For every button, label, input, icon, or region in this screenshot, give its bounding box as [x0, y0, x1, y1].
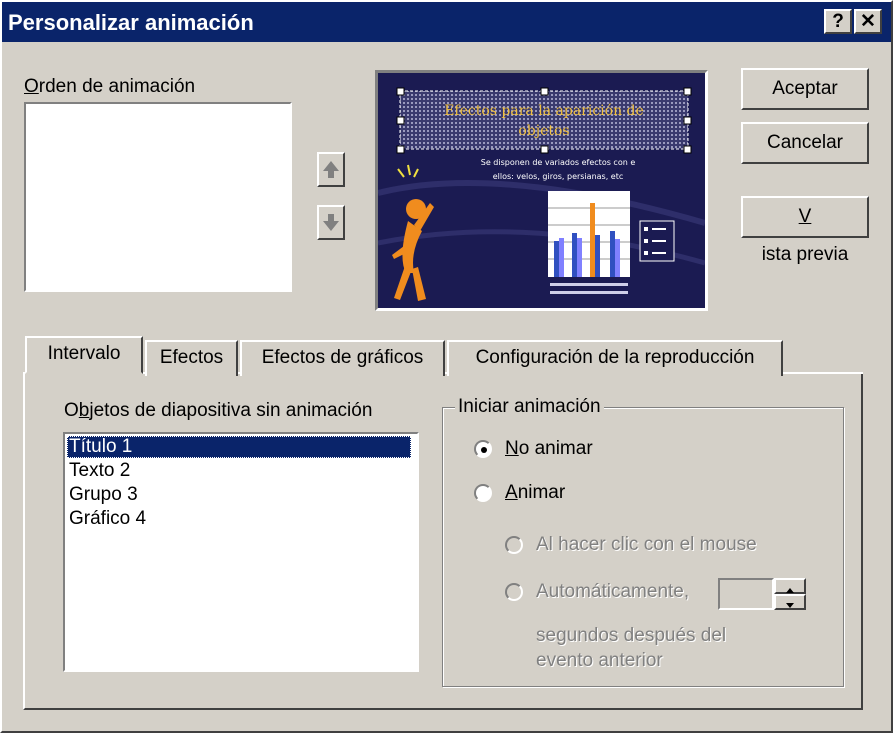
- help-button[interactable]: ?: [824, 9, 852, 34]
- animation-order-label-text: rden de animación: [38, 76, 196, 97]
- spin-down-button[interactable]: [774, 594, 806, 610]
- list-item-selected[interactable]: Título 1: [67, 436, 411, 458]
- seconds-input[interactable]: [718, 578, 774, 610]
- custom-animation-dialog: Personalizar animación ? ✕ Orden de anim…: [0, 0, 893, 733]
- on-click-label: Al hacer clic con el mouse: [536, 534, 757, 555]
- no-animar-label: No animar: [505, 438, 593, 459]
- automatic-label: Automáticamente,: [536, 581, 690, 602]
- preview-button-label: Vista previa: [761, 206, 849, 265]
- move-up-button[interactable]: [317, 152, 345, 187]
- move-down-button[interactable]: [317, 205, 345, 240]
- slide-body-line1: Se disponen de variados efectos con e: [481, 158, 636, 167]
- start-animation-legend: Iniciar animación: [455, 396, 604, 418]
- slide-title-line1: Efectos para la aparición de: [444, 103, 644, 119]
- animation-order-label: Orden de animación: [24, 76, 196, 97]
- animation-order-list[interactable]: [24, 102, 292, 292]
- slide-preview: Efectos para la aparición de objetos Se …: [375, 70, 708, 311]
- accept-button-label: Aceptar: [772, 78, 838, 99]
- tab-intervalo[interactable]: Intervalo: [25, 336, 143, 374]
- list-item[interactable]: Texto 2: [67, 460, 132, 482]
- tab-configuracion-reproduccion-label: Configuración de la reproducción: [475, 347, 755, 368]
- tab-efectos-label: Efectos: [159, 347, 224, 368]
- radio-no-animar[interactable]: [474, 440, 492, 458]
- arrow-down-icon: [323, 214, 339, 231]
- objects-list[interactable]: Título 1 Texto 2 Grupo 3 Gráfico 4: [63, 432, 419, 672]
- spin-down-icon: [786, 603, 794, 608]
- cancel-button-label: Cancelar: [766, 132, 844, 153]
- preview-button[interactable]: Vista previa: [741, 196, 869, 265]
- list-item[interactable]: Gráfico 4: [67, 508, 148, 530]
- slide-title-line2: objetos: [518, 123, 569, 139]
- objects-label: Objetos de diapositiva sin animación: [64, 400, 373, 421]
- tab-efectos-graficos-label: Efectos de gráficos: [261, 347, 424, 368]
- list-item[interactable]: Grupo 3: [67, 484, 140, 506]
- animar-label: Animar: [505, 482, 566, 503]
- cancel-button[interactable]: Cancelar: [741, 122, 869, 164]
- window-title: Personalizar animación: [8, 10, 254, 35]
- radio-automatic[interactable]: [505, 583, 523, 601]
- seconds-label-line2: evento anterior: [536, 650, 663, 671]
- radio-selected-dot: [481, 447, 487, 453]
- slide-body-line2: ellos: velos, giros, persianas, etc: [493, 172, 624, 181]
- seconds-spinner[interactable]: [774, 578, 806, 610]
- tab-efectos-graficos[interactable]: Efectos de gráficos: [240, 340, 445, 376]
- close-icon: ✕: [860, 11, 876, 32]
- spin-up-button[interactable]: [774, 578, 806, 594]
- radio-on-click[interactable]: [505, 536, 523, 554]
- title-bar: Personalizar animación ? ✕: [2, 2, 891, 42]
- arrow-up-icon: [323, 161, 339, 178]
- tab-intervalo-label: Intervalo: [47, 343, 121, 364]
- slide-thumbnail: Efectos para la aparición de objetos Se …: [378, 73, 705, 308]
- close-button[interactable]: ✕: [854, 9, 882, 34]
- help-icon: ?: [832, 11, 844, 32]
- tab-configuracion-reproduccion[interactable]: Configuración de la reproducción: [447, 340, 783, 376]
- tab-efectos[interactable]: Efectos: [145, 340, 238, 376]
- seconds-label-line1: segundos después del: [536, 625, 727, 646]
- accept-button[interactable]: Aceptar: [741, 68, 869, 110]
- radio-animar[interactable]: [474, 484, 492, 502]
